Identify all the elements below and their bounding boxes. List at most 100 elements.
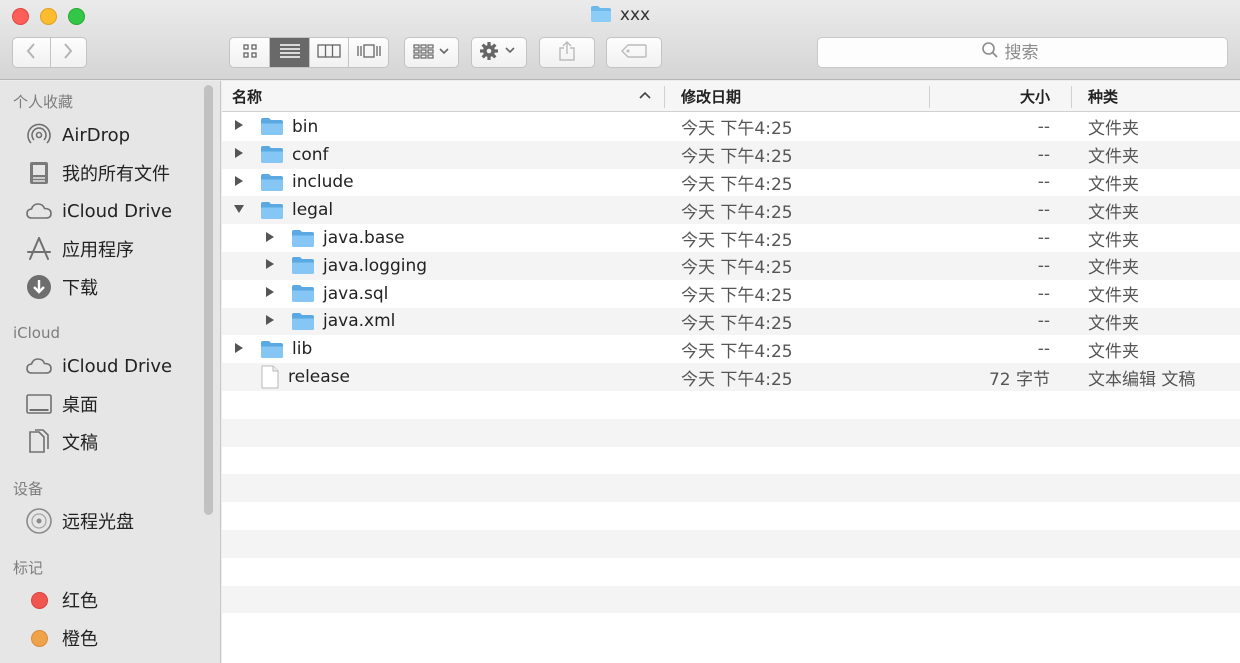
file-kind: 文件夹 [1088, 174, 1139, 195]
sidebar-item-documents[interactable]: 文稿 [24, 425, 204, 459]
sidebar-heading-icloud: iCloud [13, 324, 61, 342]
file-row[interactable]: release 今天 下午4:25 72 字节 文本编辑 文稿 [222, 363, 1240, 391]
disclosure-triangle-right-icon[interactable] [232, 119, 246, 134]
forward-button[interactable] [49, 38, 87, 67]
sidebar-item-airdrop[interactable]: AirDrop [24, 118, 204, 152]
sidebar-scrollbar[interactable] [204, 85, 213, 515]
all-files-icon [24, 158, 54, 188]
tag-button[interactable] [606, 37, 662, 68]
sidebar-item-label: 下载 [62, 278, 98, 299]
back-forward-group [12, 37, 87, 68]
file-row[interactable]: legal 今天 下午4:25 -- 文件夹 [222, 196, 1240, 225]
disclosure-triangle-right-icon[interactable] [263, 258, 277, 273]
file-kind: 文件夹 [1088, 313, 1139, 334]
disclosure-triangle-right-icon[interactable] [263, 314, 277, 329]
column-separator[interactable] [664, 86, 665, 108]
share-icon [558, 40, 576, 66]
file-date: 今天 下午4:25 [681, 230, 793, 251]
list-view-button[interactable] [269, 38, 309, 67]
empty-row [222, 585, 1240, 614]
file-name-cell: java.base [263, 224, 405, 252]
folder-icon [291, 229, 315, 248]
file-name: java.logging [323, 255, 428, 276]
file-size: -- [1037, 144, 1050, 165]
disclosure-triangle-right-icon[interactable] [232, 342, 246, 357]
file-date: 今天 下午4:25 [681, 286, 793, 307]
cloud-icon [24, 351, 54, 381]
column-separator[interactable] [1071, 86, 1072, 108]
file-row[interactable]: java.xml 今天 下午4:25 -- 文件夹 [222, 307, 1240, 336]
sidebar-item-label: 我的所有文件 [62, 164, 170, 185]
file-row[interactable]: bin 今天 下午4:25 -- 文件夹 [222, 113, 1240, 141]
column-view-button[interactable] [308, 38, 349, 67]
file-date: 今天 下午4:25 [681, 147, 793, 168]
disclosure-triangle-right-icon[interactable] [232, 147, 246, 162]
arrange-button[interactable] [404, 37, 459, 68]
sidebar-item-all-files[interactable]: 我的所有文件 [24, 156, 204, 190]
file-name: bin [292, 116, 319, 137]
disclosure-triangle-right-icon[interactable] [263, 286, 277, 301]
sidebar-item-applications[interactable]: 应用程序 [24, 232, 204, 266]
search-field[interactable] [817, 37, 1228, 68]
empty-row [222, 418, 1240, 447]
column-header-name[interactable]: 名称 [232, 81, 262, 112]
sidebar-item-desktop[interactable]: 桌面 [24, 387, 204, 421]
folder-icon [291, 284, 315, 303]
folder-icon [291, 312, 315, 331]
file-row[interactable]: java.logging 今天 下午4:25 -- 文件夹 [222, 251, 1240, 280]
file-date: 今天 下午4:25 [681, 369, 793, 390]
column-header-size[interactable]: 大小 [1020, 81, 1050, 112]
file-size: -- [1037, 200, 1050, 221]
column-header-date[interactable]: 修改日期 [681, 81, 741, 112]
file-row[interactable]: java.base 今天 下午4:25 -- 文件夹 [222, 224, 1240, 252]
sidebar-item-label: 桌面 [62, 395, 98, 416]
sidebar-item-tag-orange[interactable]: 橙色 [24, 621, 204, 655]
action-button[interactable] [471, 37, 527, 68]
empty-row [222, 502, 1240, 530]
disclosure-triangle-right-icon[interactable] [263, 231, 277, 246]
file-kind: 文件夹 [1088, 258, 1139, 279]
sidebar-heading-favorites: 个人收藏 [13, 93, 74, 111]
folder-icon [590, 5, 612, 28]
empty-row [222, 557, 1240, 586]
file-row[interactable]: java.sql 今天 下午4:25 -- 文件夹 [222, 279, 1240, 308]
sidebar-item-icloud-drive[interactable]: iCloud Drive [24, 194, 204, 228]
download-icon [24, 272, 54, 302]
folder-icon [260, 117, 284, 136]
red-tag-icon [24, 585, 54, 615]
disclosure-triangle-down-icon[interactable] [232, 203, 246, 217]
file-size: -- [1037, 255, 1050, 276]
file-name: java.base [323, 228, 405, 249]
back-button[interactable] [13, 38, 50, 67]
sidebar-item-icloud-drive-2[interactable]: iCloud Drive [24, 349, 204, 383]
share-button[interactable] [539, 37, 595, 68]
file-name: include [292, 172, 354, 193]
search-input[interactable] [1004, 42, 1065, 63]
airdrop-icon [24, 120, 54, 150]
sidebar-item-label: AirDrop [62, 124, 131, 146]
sidebar-item-label: 红色 [62, 591, 98, 612]
column-separator[interactable] [929, 86, 930, 108]
sidebar-item-remote-disc[interactable]: 远程光盘 [24, 504, 204, 538]
sidebar-item-downloads[interactable]: 下载 [24, 270, 204, 304]
column-header-kind[interactable]: 种类 [1088, 81, 1118, 112]
file-kind: 文本编辑 文稿 [1088, 369, 1196, 390]
sidebar-item-tag-red[interactable]: 红色 [24, 583, 204, 617]
disc-icon [24, 506, 54, 536]
gear-icon [479, 41, 519, 65]
file-kind: 文件夹 [1088, 286, 1139, 307]
icon-view-button[interactable] [230, 38, 269, 67]
file-date: 今天 下午4:25 [681, 341, 793, 362]
file-row[interactable]: include 今天 下午4:25 -- 文件夹 [222, 168, 1240, 197]
sidebar-item-label: 文稿 [62, 433, 98, 454]
disclosure-triangle-right-icon[interactable] [232, 175, 246, 190]
cloud-icon [24, 196, 54, 226]
file-row[interactable]: lib 今天 下午4:25 -- 文件夹 [222, 335, 1240, 364]
orange-tag-dot [30, 629, 48, 647]
file-row[interactable]: conf 今天 下午4:25 -- 文件夹 [222, 140, 1240, 169]
applications-icon [24, 234, 54, 264]
file-size: -- [1037, 311, 1050, 332]
cover-flow-view-button[interactable] [348, 38, 388, 67]
red-tag-dot [30, 591, 48, 609]
file-name-cell: java.xml [263, 308, 395, 336]
